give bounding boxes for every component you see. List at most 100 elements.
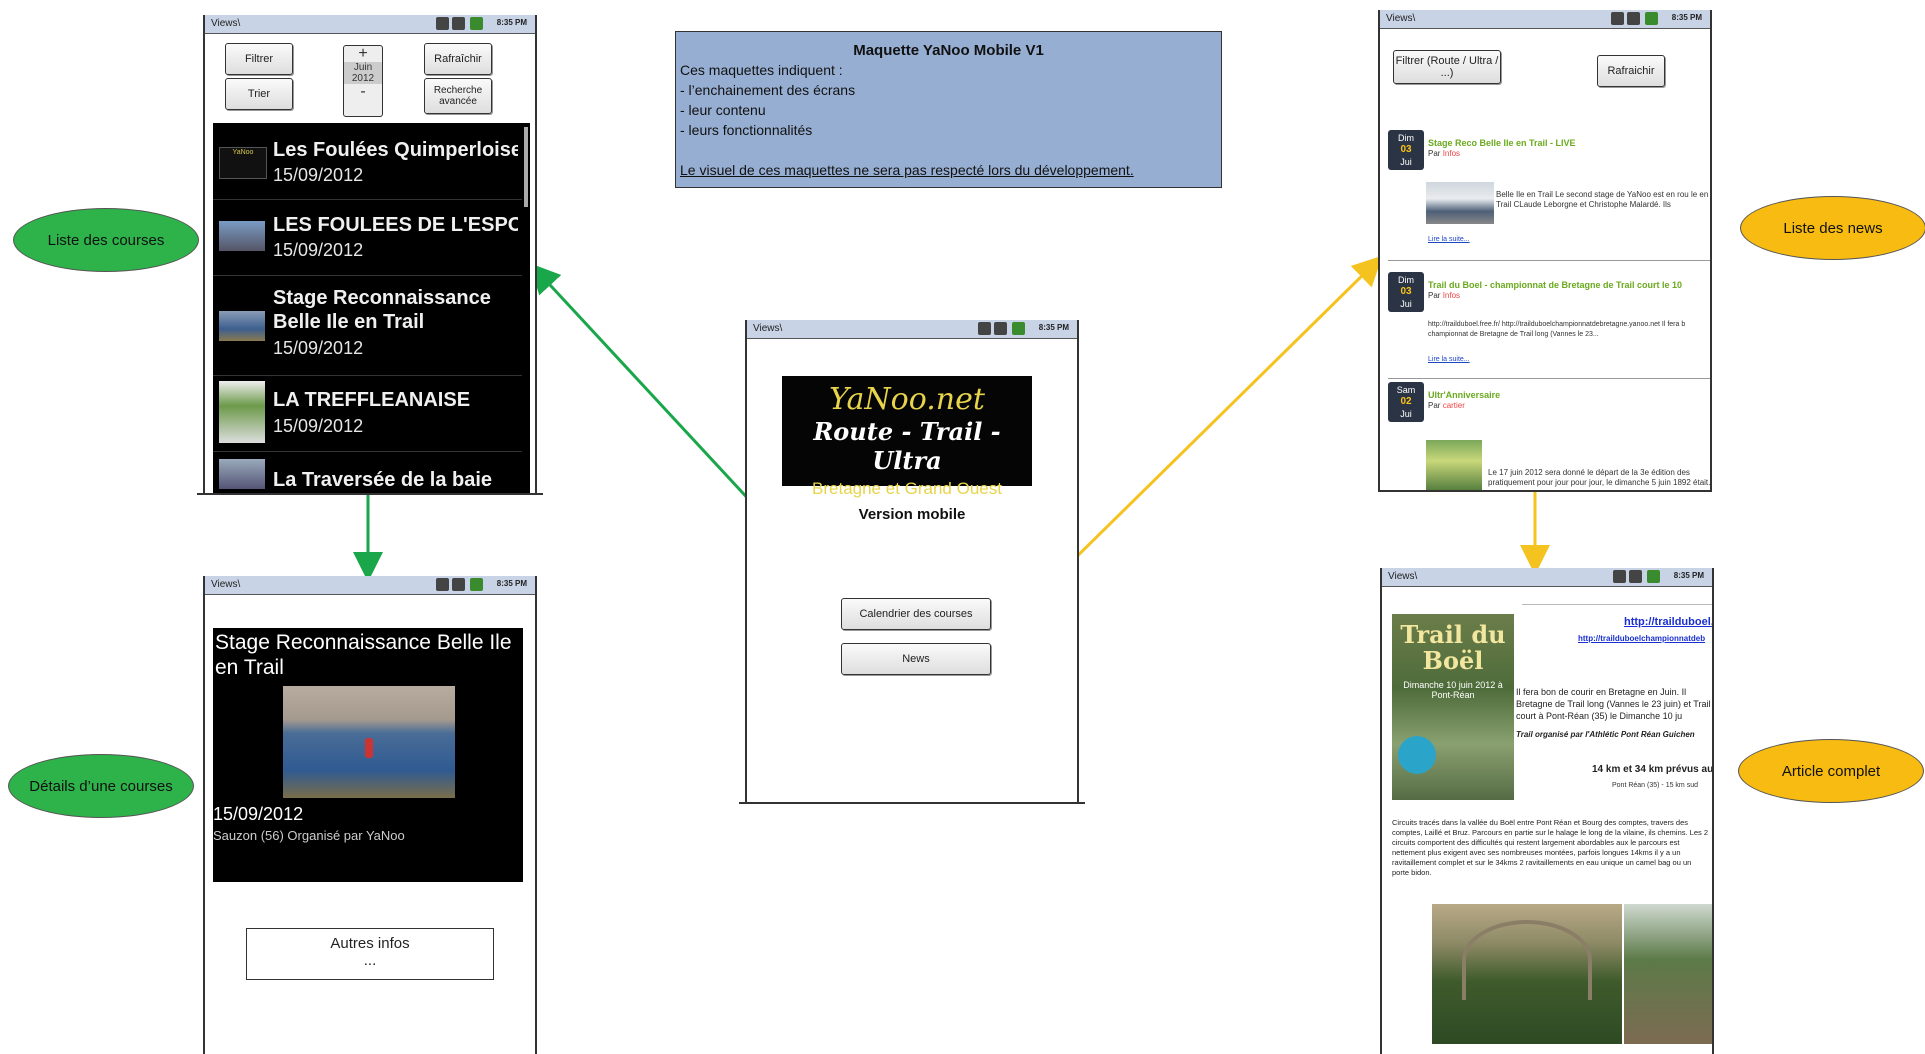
decrement-button[interactable]: - xyxy=(344,84,382,100)
status-bar: Views\ 8:35 PM xyxy=(1382,568,1712,587)
news-title[interactable]: Ultr'Anniversaire xyxy=(1428,390,1500,400)
list-item[interactable]: YaNoo Les Foulées Quimperloises 15/09/20… xyxy=(213,123,522,200)
more-info-button[interactable]: Autres infos ... xyxy=(246,928,494,980)
news-screen: Views\ 8:35 PM Filtrer (Route / Ultra / … xyxy=(1378,10,1712,492)
race-title: Les Foulées Quimperloises xyxy=(273,139,518,161)
status-bar: Views\ 8:35 PM xyxy=(205,15,535,34)
race-thumbnail xyxy=(219,459,265,489)
detail-screen: Views\ 8:35 PM Stage Reconnaissance Bell… xyxy=(203,576,537,1054)
read-more-link[interactable]: Lire la suite... xyxy=(1428,356,1470,363)
river-photo xyxy=(1624,904,1712,1044)
category-link[interactable]: cartier xyxy=(1443,401,1465,410)
network-icon xyxy=(436,578,449,591)
article-body: Circuits tracés dans la vallée du Boël e… xyxy=(1392,818,1708,877)
news-item[interactable]: Dim 03 Jui Trail du Boel - championnat de … xyxy=(1388,272,1710,379)
list-item[interactable]: Stage Reconnaissance Belle Ile en Trail … xyxy=(213,275,522,376)
detail-date: 15/09/2012 xyxy=(213,804,304,824)
news-thumbnail xyxy=(1426,182,1494,224)
home-subtitle: Version mobile xyxy=(858,506,966,523)
info-box-line: Ces maquettes indiquent : xyxy=(680,62,843,78)
calendar-button[interactable]: Calendrier des courses xyxy=(841,598,991,630)
scrollbar[interactable] xyxy=(524,127,528,207)
category-link[interactable]: Infos xyxy=(1443,291,1460,300)
advanced-search-button[interactable]: Recherche avancée xyxy=(424,78,492,114)
read-more-link[interactable]: Lire la suite... xyxy=(1428,236,1470,243)
refresh-button[interactable]: Rafraîchir xyxy=(424,43,492,75)
article-link-1[interactable]: http://trailduboel.fr xyxy=(1624,616,1712,628)
by-label: Par xyxy=(1428,291,1441,300)
info-box-line: - leur contenu xyxy=(680,102,766,118)
race-date: 15/09/2012 xyxy=(273,165,364,185)
battery-icon xyxy=(470,17,483,30)
news-filter-button[interactable]: Filtrer (Route / Ultra / ...) xyxy=(1393,50,1501,84)
event-poster: Trail du Boël Dimanche 10 juin 2012 à Po… xyxy=(1392,614,1514,800)
race-thumbnail xyxy=(219,311,265,341)
bridge-photo xyxy=(1432,904,1622,1044)
status-time: 8:35 PM xyxy=(1671,13,1702,22)
race-date: 15/09/2012 xyxy=(273,416,364,436)
date-number: 02 xyxy=(1400,396,1412,407)
date-stepper[interactable]: + Juin 2012 - xyxy=(343,45,383,117)
category-link[interactable]: Infos xyxy=(1443,149,1460,158)
status-bar: Views\ 8:35 PM xyxy=(747,320,1077,339)
signal-icon xyxy=(452,17,465,30)
detail-title: Stage Reconnaissance Belle Ile en Trail xyxy=(215,631,512,679)
by-label: Par xyxy=(1428,149,1441,158)
article-divider xyxy=(1522,604,1712,605)
race-title: La Traversée de la baie xyxy=(273,469,493,491)
article-intro: Il fera bon de courir en Bretagne en Jui… xyxy=(1516,687,1711,721)
date-day: Sam xyxy=(1396,385,1416,395)
status-time: 8:35 PM xyxy=(496,18,527,27)
race-thumbnail xyxy=(219,221,265,251)
race-date: 15/09/2012 xyxy=(273,338,364,358)
news-excerpt: Le 17 juin 2012 sera donné le départ de … xyxy=(1488,468,1712,487)
news-button[interactable]: News xyxy=(841,643,991,675)
bridge-arch xyxy=(1462,920,1592,1000)
screen-bottom-edge xyxy=(1380,490,1710,492)
news-refresh-button[interactable]: Rafraichir xyxy=(1597,55,1665,87)
news-thumbnail xyxy=(1426,440,1482,492)
date-number: 03 xyxy=(1400,286,1412,297)
news-excerpt: Belle Ile en Trail Le second stage de Ya… xyxy=(1496,190,1709,209)
race-title: LES FOULEES DE L'ESPOIR xyxy=(273,214,518,236)
article-distance: 14 km et 34 km prévus au xyxy=(1592,764,1714,775)
date-badge: Dim 03 Jui xyxy=(1388,130,1424,170)
battery-icon xyxy=(1645,12,1658,25)
sort-button[interactable]: Trier xyxy=(225,78,293,110)
network-icon xyxy=(436,17,449,30)
date-badge: Sam 02 Jui xyxy=(1388,382,1424,422)
list-item[interactable]: LA TREFFLEANAISE 15/09/2012 xyxy=(213,375,522,452)
runner-figure xyxy=(365,738,373,758)
status-time: 8:35 PM xyxy=(1038,323,1069,332)
signal-icon xyxy=(452,578,465,591)
screen-bottom-edge xyxy=(197,493,543,495)
network-icon xyxy=(978,322,991,335)
article-link-2[interactable]: http://trailduboelchampionnatdeb xyxy=(1578,634,1705,643)
detail-location: Sauzon (56) Organisé par YaNoo xyxy=(213,828,405,843)
news-title[interactable]: Trail du Boel - championnat de Bretagne … xyxy=(1428,280,1682,290)
network-icon xyxy=(1613,570,1626,583)
date-number: 03 xyxy=(1400,144,1412,155)
filter-button[interactable]: Filtrer xyxy=(225,43,293,75)
increment-button[interactable]: + xyxy=(344,46,382,62)
detail-panel: Stage Reconnaissance Belle Ile en Trail … xyxy=(213,628,523,882)
views-label: Views\ xyxy=(211,18,241,29)
date-badge: Dim 03 Jui xyxy=(1388,272,1424,312)
battery-icon xyxy=(1647,570,1660,583)
yanoo-logo: YaNoo.net Route - Trail - Ultra Bretagne… xyxy=(782,376,1032,498)
logo-line-3: Bretagne et Grand Ouest xyxy=(812,479,1002,498)
signal-icon xyxy=(1629,570,1642,583)
list-item[interactable]: La Traversée de la baie xyxy=(213,451,522,493)
article-location: Pont Réan (35) - 15 km sud xyxy=(1612,782,1698,789)
list-item[interactable]: LES FOULEES DE L'ESPOIR 15/09/2012 xyxy=(213,199,522,276)
detail-photo xyxy=(283,686,455,798)
screen-bottom-edge xyxy=(739,802,1085,804)
news-item[interactable]: Sam 02 Jui Ultr'Anniversaire Par cartier L… xyxy=(1388,382,1710,492)
info-box-title: Maquette YaNoo Mobile V1 xyxy=(853,42,1044,59)
more-info-label: Autres infos xyxy=(330,935,410,952)
news-title[interactable]: Stage Reco Belle Ile en Trail - LIVE xyxy=(1428,138,1576,148)
courses-list: YaNoo Les Foulées Quimperloises 15/09/20… xyxy=(213,123,530,493)
article-organizer: Trail organisé par l'Athlétic Pont Réan … xyxy=(1516,730,1695,739)
stepper-month: Juin xyxy=(344,62,382,73)
news-item[interactable]: Dim 03 Jui Stage Reco Belle Ile en Trail -… xyxy=(1388,130,1710,261)
